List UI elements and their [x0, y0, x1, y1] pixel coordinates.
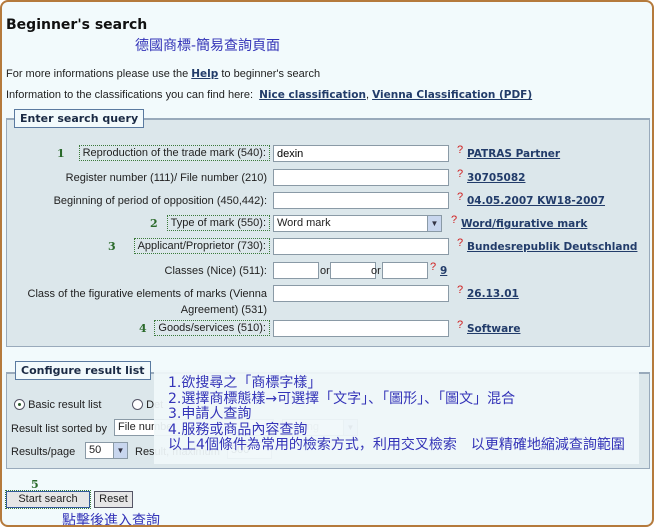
info-help-line: For more informations please use the Hel… — [6, 68, 320, 80]
results-per-page-select[interactable]: 50 ▼ — [85, 442, 128, 459]
result-config-legend: Configure result list — [15, 361, 151, 380]
vienna-classification-link[interactable]: Vienna Classification (PDF) — [372, 89, 532, 101]
field-input[interactable] — [273, 285, 449, 302]
help-icon[interactable]: ? — [457, 168, 463, 180]
help-icon[interactable]: ? — [457, 144, 463, 156]
start-search-button[interactable]: Start search — [5, 490, 91, 509]
example-link[interactable]: Word/figurative mark — [461, 218, 587, 230]
field-label-cont: Agreement) (531) — [180, 304, 267, 316]
field-input[interactable] — [273, 320, 449, 337]
instruction-line: 3.申請人查詢 — [168, 406, 252, 422]
instruction-line: 4.服務或商品內容查詢 — [168, 421, 308, 438]
reset-button[interactable]: Reset — [94, 491, 133, 508]
field-label: Goods/services (510): — [154, 320, 270, 336]
field-input[interactable] — [273, 169, 449, 186]
help-link[interactable]: Help — [191, 68, 218, 80]
field-label: Reproduction of the trade mark (540): — [78, 145, 270, 161]
separator: , — [365, 89, 369, 101]
field-label: Applicant/Proprietor (730): — [133, 238, 270, 254]
example-link[interactable]: 26.13.01 — [467, 288, 519, 300]
basic-result-radio[interactable]: Basic result list — [14, 399, 101, 411]
field-label: Beginning of period of opposition (450,4… — [53, 195, 267, 207]
type-of-mark-value: Word mark — [277, 217, 331, 229]
nice-class-input-2[interactable] — [330, 262, 376, 279]
info-text: Information to the classifications you c… — [6, 89, 260, 101]
or-label: or — [371, 265, 381, 277]
nice-class-input-3[interactable] — [382, 262, 428, 279]
page-frame: Beginner's search 德國商標-簡易查詢頁面 For more i… — [0, 0, 654, 527]
field-label: Class of the figurative elements of mark… — [27, 288, 267, 300]
instruction-line: 1.欲搜尋之「商標字樣」 — [168, 375, 322, 391]
search-query-legend: Enter search query — [14, 109, 145, 128]
example-link[interactable]: PATRAS Partner — [467, 148, 560, 160]
field-input[interactable] — [273, 192, 449, 209]
nice-class-input-1[interactable] — [273, 262, 319, 279]
instruction-line: 2.選擇商標態樣→可選擇「文字」、「圖形」、「圖文」混合 — [168, 390, 516, 407]
example-link[interactable]: Software — [467, 323, 520, 335]
step-marker: 5 — [31, 478, 39, 491]
example-link[interactable]: 9 — [440, 265, 447, 277]
page-annotation: 德國商標-簡易查詢頁面 — [135, 38, 281, 54]
sorted-by-label: Result list sorted by — [11, 423, 107, 435]
example-link[interactable]: 04.05.2007 KW18-2007 — [467, 195, 605, 207]
field-label: Type of mark (550): — [166, 215, 270, 231]
nice-classification-link[interactable]: Nice classification — [259, 89, 366, 101]
field-label: Register number (111)/ File number (210) — [65, 172, 267, 184]
basic-result-label: Basic result list — [28, 399, 102, 411]
help-icon[interactable]: ? — [457, 191, 463, 203]
help-icon[interactable]: ? — [451, 214, 457, 226]
type-of-mark-select[interactable]: Word mark ▼ — [273, 215, 442, 232]
results-per-page-label: Results/page — [11, 446, 76, 458]
help-icon[interactable]: ? — [457, 284, 463, 296]
field-input[interactable] — [273, 145, 449, 162]
results-per-page-value: 50 — [89, 444, 102, 456]
example-link[interactable]: 30705082 — [467, 172, 525, 184]
field-input[interactable] — [273, 238, 449, 255]
page-title: Beginner's search — [6, 17, 148, 33]
field-label: Classes (Nice) (511): — [164, 265, 268, 277]
info-text: For more informations please use the — [6, 68, 192, 80]
help-icon[interactable]: ? — [457, 237, 463, 249]
help-icon[interactable]: ? — [457, 319, 463, 331]
info-class-line: Information to the classifications you c… — [6, 89, 532, 101]
start-search-annotation: 點擊後進入查詢 — [62, 513, 160, 527]
chevron-down-icon: ▼ — [113, 443, 127, 458]
info-text: to beginner's search — [218, 68, 321, 80]
chevron-down-icon: ▼ — [427, 216, 441, 231]
help-icon[interactable]: ? — [430, 261, 436, 273]
instruction-overlay: 1.欲搜尋之「商標字樣」 2.選擇商標態樣→可選擇「文字」、「圖形」、「圖文」混合… — [154, 370, 639, 464]
or-label: or — [320, 265, 330, 277]
example-link[interactable]: Bundesrepublik Deutschland — [467, 241, 637, 253]
instruction-line: 以上4個條件為常用的檢索方式，利用交叉檢索 以更精確地縮減查詢範圍 — [168, 437, 625, 453]
